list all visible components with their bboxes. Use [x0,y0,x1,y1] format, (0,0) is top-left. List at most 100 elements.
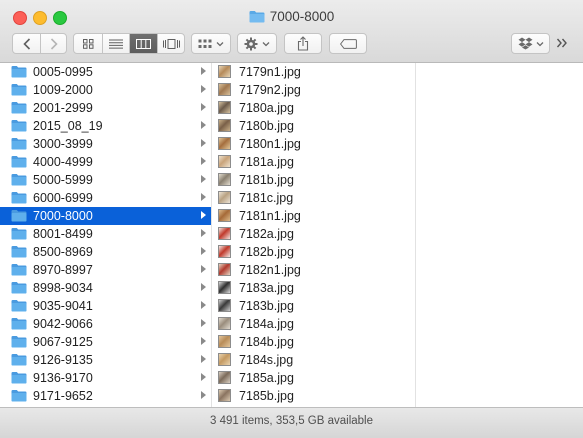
folder-icon [11,191,27,207]
folder-row[interactable]: 1009-2000 [0,81,211,99]
folder-icon [11,245,27,261]
dropbox-button[interactable] [511,33,550,54]
file-row[interactable]: 7184a.jpg [212,315,415,333]
file-row[interactable]: 7179n1.jpg [212,63,415,81]
image-thumbnail-icon [218,227,231,240]
columns-icon [136,38,151,49]
file-row[interactable]: 7180b.jpg [212,117,415,135]
folder-row[interactable]: 0005-0995 [0,63,211,81]
folder-row[interactable]: 5000-5999 [0,171,211,189]
folder-row[interactable]: 8001-8499 [0,225,211,243]
file-name: 7184b.jpg [239,335,294,349]
disclosure-arrow-icon [201,391,206,399]
file-row[interactable]: 7183b.jpg [212,297,415,315]
column-view-button[interactable] [130,34,157,53]
folder-icon [11,335,27,351]
file-name: 7182a.jpg [239,227,294,241]
finder-window: 7000-8000 0005-0995 1009-2000 2001-2999 … [0,0,583,438]
file-row[interactable]: 7183a.jpg [212,279,415,297]
chevron-right-icon [50,37,58,50]
file-row[interactable]: 7181c.jpg [212,189,415,207]
folder-icon [11,389,27,405]
files-column: 7179n1.jpg 7179n2.jpg 7180a.jpg 7180b.jpg 71… [212,63,416,407]
list-view-button[interactable] [103,34,129,53]
chevron-left-icon [22,37,30,50]
folder-icon [11,299,27,315]
file-name: 7180b.jpg [239,119,294,133]
image-thumbnail-icon [218,389,231,402]
folder-icon [11,281,27,297]
file-row[interactable]: 7181b.jpg [212,171,415,189]
file-row[interactable]: 7179n2.jpg [212,81,415,99]
back-button[interactable] [13,34,40,53]
disclosure-arrow-icon [201,193,206,201]
folder-name: 8970-8997 [33,263,93,277]
folder-name: 9042-9066 [33,317,93,331]
grid-icon [82,38,93,49]
share-button[interactable] [284,33,322,54]
file-row[interactable]: 7184s.jpg [212,351,415,369]
file-row[interactable]: 7182b.jpg [212,243,415,261]
disclosure-arrow-icon [201,355,206,363]
file-name: 7183a.jpg [239,281,294,295]
disclosure-arrow-icon [201,229,206,237]
folder-icon [11,263,27,279]
folder-row[interactable]: 9171-9652 [0,387,211,405]
toolbar-overflow-button[interactable] [556,36,568,54]
disclosure-arrow-icon [201,85,206,93]
image-thumbnail-icon [218,371,231,384]
folder-icon [11,353,27,369]
disclosure-arrow-icon [201,301,206,309]
file-name: 7185b.jpg [239,389,294,403]
file-name: 7182b.jpg [239,245,294,259]
file-row[interactable]: 7182n1.jpg [212,261,415,279]
file-row[interactable]: 7182a.jpg [212,225,415,243]
folder-row[interactable]: 8970-8997 [0,261,211,279]
gear-icon [244,37,258,50]
folder-row[interactable]: 3000-3999 [0,135,211,153]
file-row[interactable]: 7184b.jpg [212,333,415,351]
file-row[interactable]: 7181n1.jpg [212,207,415,225]
folder-icon [11,317,27,333]
folder-row[interactable]: 2001-2999 [0,99,211,117]
forward-button[interactable] [41,34,67,53]
folder-row[interactable]: 8998-9034 [0,279,211,297]
folder-name: 2015_08_19 [33,119,103,133]
nav-buttons [12,33,67,54]
file-row[interactable]: 7185b.jpg [212,387,415,405]
file-row[interactable]: 7185a.jpg [212,369,415,387]
action-button[interactable] [237,33,277,54]
cover-flow-view-button[interactable] [158,34,185,53]
file-row[interactable]: 7180n1.jpg [212,135,415,153]
folder-row[interactable]: 8500-8969 [0,243,211,261]
folder-name: 6000-6999 [33,191,93,205]
disclosure-arrow-icon [201,337,206,345]
folder-name: 2001-2999 [33,101,93,115]
file-row[interactable]: 7180a.jpg [212,99,415,117]
image-thumbnail-icon [218,155,231,168]
status-text: 3 491 items, 353,5 GB available [209,415,374,427]
folder-icon [11,209,27,225]
disclosure-arrow-icon [201,103,206,111]
folder-row[interactable]: 9136-9170 [0,369,211,387]
folder-row[interactable]: 2015_08_19 [0,117,211,135]
folder-row[interactable]: 6000-6999 [0,189,211,207]
folder-row[interactable]: 9067-9125 [0,333,211,351]
folder-name: 1009-2000 [33,83,93,97]
image-thumbnail-icon [218,137,231,150]
icon-view-button[interactable] [74,34,102,53]
folder-row[interactable]: 9126-9135 [0,351,211,369]
folder-name: 8998-9034 [33,281,93,295]
image-thumbnail-icon [218,209,231,222]
image-thumbnail-icon [218,263,231,276]
folder-row[interactable]: 9042-9066 [0,315,211,333]
file-name: 7181a.jpg [239,155,294,169]
folder-name: 9126-9135 [33,353,93,367]
folder-row[interactable]: 7000-8000 [0,207,211,225]
folder-row[interactable]: 4000-4999 [0,153,211,171]
arrange-button[interactable] [191,33,231,54]
tags-button[interactable] [329,33,367,54]
column-browser: 0005-0995 1009-2000 2001-2999 2015_08_19 300… [0,63,583,407]
folder-row[interactable]: 9035-9041 [0,297,211,315]
file-row[interactable]: 7181a.jpg [212,153,415,171]
